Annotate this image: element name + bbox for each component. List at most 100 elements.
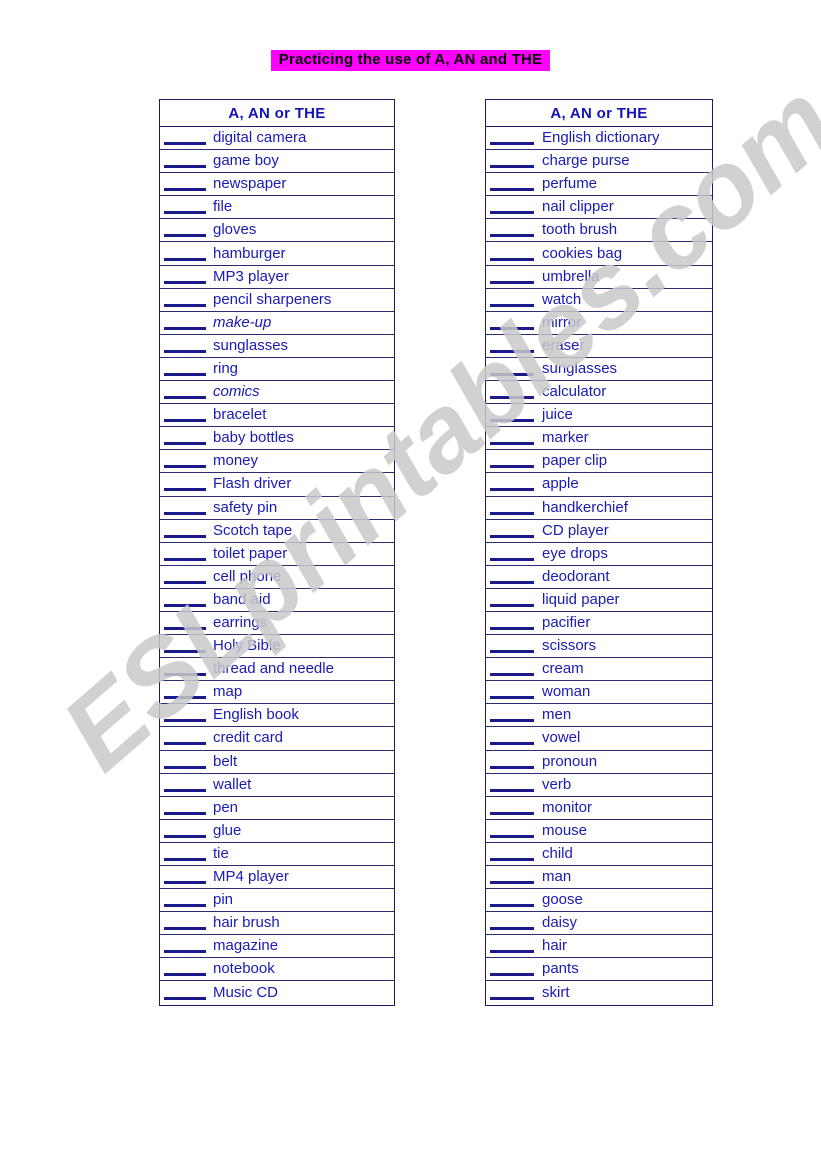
article-blank-input[interactable]: [490, 685, 534, 700]
article-blank-input[interactable]: [490, 916, 534, 931]
article-blank-input[interactable]: [164, 893, 206, 908]
noun-label: game boy: [213, 152, 279, 170]
article-blank-input[interactable]: [164, 385, 206, 400]
article-blank-input[interactable]: [164, 916, 206, 931]
article-blank-input[interactable]: [164, 639, 206, 654]
article-blank-input[interactable]: [164, 177, 206, 192]
article-blank-input[interactable]: [164, 731, 206, 746]
article-blank-input[interactable]: [490, 385, 534, 400]
table-row: digital camera: [160, 127, 394, 151]
article-blank-input[interactable]: [164, 339, 206, 353]
table-row: woman: [486, 681, 712, 705]
article-blank-input[interactable]: [490, 524, 534, 538]
article-blank-input[interactable]: [490, 801, 534, 815]
article-blank-input[interactable]: [164, 431, 206, 446]
article-blank-input[interactable]: [490, 870, 534, 885]
table-row: cream: [486, 658, 712, 682]
article-blank-input[interactable]: [164, 824, 206, 838]
article-blank-input[interactable]: [490, 408, 534, 423]
article-blank-input[interactable]: [164, 270, 206, 284]
article-blank-input[interactable]: [164, 708, 206, 723]
article-blank-input[interactable]: [164, 316, 206, 330]
noun-label: pen: [213, 798, 239, 816]
noun-label: Holy Bible: [213, 637, 281, 655]
article-blank-input[interactable]: [490, 662, 534, 677]
table-right-header-label: A, AN or THE: [550, 104, 648, 122]
noun-label: juice: [542, 406, 573, 424]
article-blank-input[interactable]: [164, 131, 206, 146]
article-blank-input[interactable]: [164, 593, 206, 607]
article-blank-input[interactable]: [490, 477, 534, 492]
article-blank-input[interactable]: [490, 200, 534, 215]
noun-label: safety pin: [213, 498, 278, 516]
article-blank-input[interactable]: [490, 986, 534, 1001]
article-blank-input[interactable]: [164, 870, 206, 885]
article-blank-input[interactable]: [164, 223, 206, 238]
article-blank-input[interactable]: [164, 847, 206, 861]
article-blank-input[interactable]: [490, 962, 534, 977]
article-blank-input[interactable]: [490, 177, 534, 192]
article-blank-input[interactable]: [164, 362, 206, 376]
article-blank-input[interactable]: [490, 247, 534, 261]
article-blank-input[interactable]: [164, 986, 206, 1001]
article-blank-input[interactable]: [164, 801, 206, 815]
article-blank-input[interactable]: [164, 501, 206, 515]
table-row: eye drops: [486, 542, 712, 566]
article-blank-input[interactable]: [164, 154, 206, 169]
table-row: comics: [160, 381, 394, 405]
noun-label: skirt: [542, 984, 570, 1002]
article-blank-input[interactable]: [164, 962, 206, 977]
article-blank-input[interactable]: [490, 270, 534, 284]
article-blank-input[interactable]: [490, 547, 534, 561]
article-blank-input[interactable]: [164, 454, 206, 469]
article-blank-input[interactable]: [490, 639, 534, 654]
article-blank-input[interactable]: [490, 131, 534, 146]
noun-label: monitor: [542, 798, 593, 816]
article-blank-input[interactable]: [164, 570, 206, 584]
article-blank-input[interactable]: [490, 339, 534, 353]
article-blank-input[interactable]: [164, 408, 206, 423]
article-blank-input[interactable]: [164, 200, 206, 215]
article-blank-input[interactable]: [490, 570, 534, 584]
article-blank-input[interactable]: [164, 778, 206, 792]
article-blank-input[interactable]: [490, 362, 534, 376]
article-blank-input[interactable]: [164, 939, 206, 954]
article-blank-input[interactable]: [490, 731, 534, 746]
article-blank-input[interactable]: [490, 431, 534, 446]
table-row: skirt: [486, 981, 712, 1005]
article-blank-input[interactable]: [164, 547, 206, 561]
table-row: tie: [160, 842, 394, 866]
noun-label: hair brush: [213, 914, 280, 932]
article-blank-input[interactable]: [490, 708, 534, 723]
article-blank-input[interactable]: [164, 477, 206, 492]
article-blank-input[interactable]: [490, 154, 534, 169]
table-row: file: [160, 196, 394, 220]
article-blank-input[interactable]: [490, 501, 534, 515]
table-row: hair: [486, 935, 712, 959]
article-blank-input[interactable]: [164, 755, 206, 769]
noun-label: child: [542, 844, 573, 862]
article-blank-input[interactable]: [164, 293, 206, 307]
noun-label: paper clip: [542, 452, 608, 470]
article-blank-input[interactable]: [164, 662, 206, 677]
table-row: gloves: [160, 219, 394, 243]
article-blank-input[interactable]: [490, 847, 534, 861]
article-blank-input[interactable]: [490, 939, 534, 954]
noun-label: hair: [542, 937, 568, 955]
article-blank-input[interactable]: [164, 685, 206, 700]
article-blank-input[interactable]: [164, 247, 206, 261]
noun-label: Music CD: [213, 984, 279, 1002]
article-blank-input[interactable]: [490, 316, 534, 330]
article-blank-input[interactable]: [490, 893, 534, 908]
article-blank-input[interactable]: [490, 223, 534, 238]
article-blank-input[interactable]: [490, 454, 534, 469]
article-blank-input[interactable]: [490, 593, 534, 607]
article-blank-input[interactable]: [490, 755, 534, 769]
article-blank-input[interactable]: [164, 616, 206, 631]
article-blank-input[interactable]: [490, 778, 534, 792]
article-blank-input[interactable]: [164, 524, 206, 538]
table-row: charge purse: [486, 150, 712, 174]
article-blank-input[interactable]: [490, 616, 534, 631]
article-blank-input[interactable]: [490, 293, 534, 307]
article-blank-input[interactable]: [490, 824, 534, 838]
